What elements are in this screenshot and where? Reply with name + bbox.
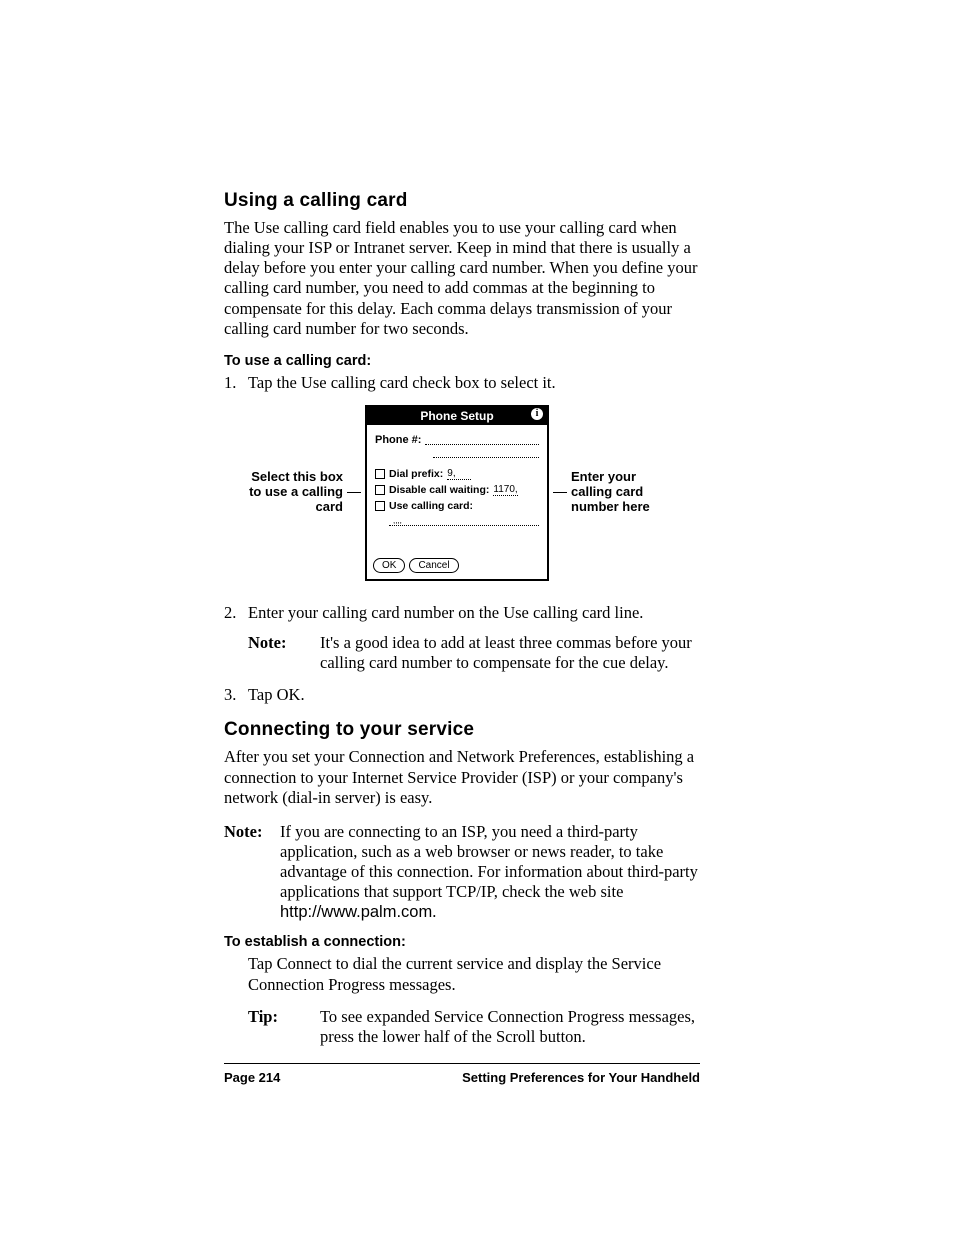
footer-title: Setting Preferences for Your Handheld (462, 1070, 700, 1085)
step-2: 2. Enter your calling card number on the… (224, 603, 700, 623)
tip-text: To see expanded Service Connection Progr… (320, 1007, 700, 1047)
phone-setup-dialog: Phone Setup i Phone #: Dial prefix: 9, (365, 405, 549, 581)
note-label: Note: (248, 633, 320, 673)
callout-left: Select this box to use a calling card (247, 470, 343, 515)
step-text: Tap OK. (248, 685, 305, 705)
note-label: Note: (224, 822, 280, 923)
disable-cw-value[interactable]: 1170, (493, 484, 517, 496)
note-row-isp: Note: If you are connecting to an ISP, y… (224, 822, 700, 923)
disable-cw-checkbox[interactable] (375, 485, 385, 495)
use-cc-checkbox[interactable] (375, 501, 385, 511)
disable-cw-row: Disable call waiting: 1170, (375, 484, 539, 496)
tip-label: Tip: (248, 1007, 320, 1047)
dial-prefix-checkbox[interactable] (375, 469, 385, 479)
subhead-establish: To establish a connection: (224, 934, 700, 950)
dialog-buttons: OK Cancel (367, 534, 547, 579)
dialog-title: Phone Setup (420, 409, 493, 423)
callout-right: Enter your calling card number here (571, 470, 667, 515)
document-page: Using a calling card The Use calling car… (0, 0, 954, 1235)
step-number: 2. (224, 603, 248, 623)
calling-card-input[interactable]: ,,,, (389, 516, 539, 526)
phone-setup-figure: Select this box to use a calling card Ph… (214, 405, 700, 581)
step-1: 1. Tap the Use calling card check box to… (224, 373, 700, 393)
disable-cw-label: Disable call waiting: (389, 484, 489, 496)
leader-line (347, 492, 361, 493)
dial-prefix-row: Dial prefix: 9, (375, 468, 539, 480)
heading-calling-card: Using a calling card (224, 190, 700, 212)
step-text: Tap the Use calling card check box to se… (248, 373, 556, 393)
note-tail: . (432, 902, 436, 921)
intro-paragraph: The Use calling card field enables you t… (224, 218, 700, 339)
note-body: If you are connecting to an ISP, you nee… (280, 822, 698, 901)
use-cc-row: Use calling card: (375, 500, 539, 512)
note-text: If you are connecting to an ISP, you nee… (280, 822, 700, 923)
leader-line (553, 492, 567, 493)
phone-input-line2[interactable] (433, 447, 539, 458)
connect-intro: After you set your Connection and Networ… (224, 747, 700, 807)
page-footer: Page 214 Setting Preferences for Your Ha… (224, 1063, 700, 1085)
step-number: 1. (224, 373, 248, 393)
tip-row: Tip: To see expanded Service Connection … (248, 1007, 700, 1047)
step-text: Enter your calling card number on the Us… (248, 603, 643, 623)
dialog-titlebar: Phone Setup i (367, 407, 547, 425)
step-3: 3. Tap OK. (224, 685, 700, 705)
url-text: http://www.palm.com (280, 903, 432, 921)
info-icon[interactable]: i (531, 408, 543, 420)
step-number: 3. (224, 685, 248, 705)
dialog-body: Phone #: Dial prefix: 9, Disable call wa… (367, 425, 547, 534)
cancel-button[interactable]: Cancel (409, 558, 458, 573)
note-row: Note: It's a good idea to add at least t… (248, 633, 700, 673)
heading-connecting: Connecting to your service (224, 719, 700, 741)
subhead-use-calling-card: To use a calling card: (224, 353, 700, 369)
note-text: It's a good idea to add at least three c… (320, 633, 700, 673)
phone-label: Phone #: (375, 434, 421, 446)
establish-body: Tap Connect to dial the current service … (248, 954, 700, 994)
use-cc-label: Use calling card: (389, 500, 473, 512)
phone-number-row: Phone #: (375, 434, 539, 446)
dial-prefix-value[interactable]: 9, (447, 468, 471, 480)
phone-input[interactable] (425, 434, 539, 445)
page-number: Page 214 (224, 1070, 280, 1085)
dial-prefix-label: Dial prefix: (389, 468, 443, 480)
ok-button[interactable]: OK (373, 558, 405, 573)
